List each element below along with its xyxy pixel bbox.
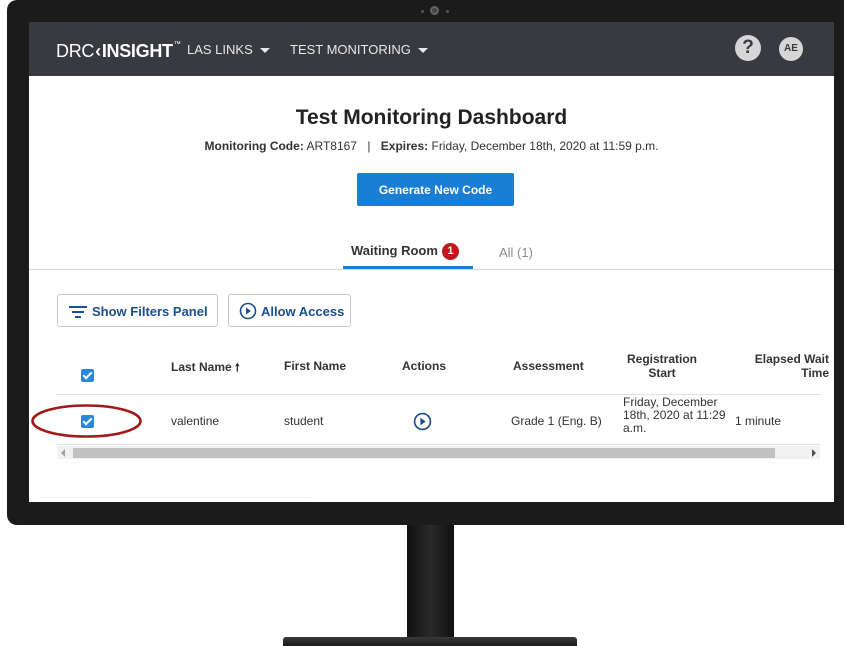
expires-label: Expires: xyxy=(380,139,429,153)
separator: | xyxy=(367,139,371,153)
tab-waiting-room[interactable]: Waiting Room 1 xyxy=(351,243,459,261)
cell-elapsed-wait: 1 minute xyxy=(735,414,782,428)
page-title: Test Monitoring Dashboard xyxy=(295,106,568,129)
play-circle-icon[interactable] xyxy=(413,412,432,431)
column-header-first-name[interactable]: First Name xyxy=(284,359,346,373)
sort-ascending-icon: 🠕 xyxy=(235,362,240,374)
tab-all[interactable]: All (1) xyxy=(499,245,533,260)
tab-divider xyxy=(29,269,834,270)
menu-las-links[interactable]: LAS LINKS xyxy=(187,42,270,57)
top-navbar: DRC‹INSIGHT™ LAS LINKS TEST MONITORING ?… xyxy=(29,22,834,76)
allow-access-label: Allow Access xyxy=(261,304,345,319)
registration-start-header-line1: Registration xyxy=(626,352,697,366)
cell-assessment: Grade 1 (Eng. B) xyxy=(511,414,602,428)
chevron-down-icon xyxy=(259,48,270,54)
monitoring-code-line: Monitoring Code: ART8167 | Expires: Frid… xyxy=(29,139,834,153)
table-row-divider xyxy=(57,444,820,445)
avatar[interactable]: AE xyxy=(779,37,803,61)
logo-trademark: ™ xyxy=(173,41,181,48)
camera-indicator-right xyxy=(446,10,449,13)
tab-waiting-room-label: Waiting Room xyxy=(351,243,438,258)
monitor-stand-base xyxy=(283,637,577,646)
allow-access-button[interactable]: Allow Access xyxy=(228,294,351,327)
column-header-registration-start[interactable]: Registration Start xyxy=(617,352,707,380)
drc-insight-logo[interactable]: DRC‹INSIGHT™ xyxy=(56,41,181,62)
monitoring-code-label: Monitoring Code: xyxy=(204,139,304,153)
cell-registration-start: Friday, December 18th, 2020 at 11:29 a.m… xyxy=(623,395,726,435)
elapsed-wait-header-line1: Elapsed Wait xyxy=(754,352,829,366)
menu-test-monitoring-label: TEST MONITORING xyxy=(290,42,411,57)
expires-value: Friday, December 18th, 2020 at 11:59 p.m… xyxy=(431,139,659,153)
logo-chevron: ‹ xyxy=(95,41,101,61)
show-filters-panel-button[interactable]: Show Filters Panel xyxy=(57,294,218,327)
cell-first-name: student xyxy=(284,414,324,428)
horizontal-scrollbar[interactable] xyxy=(57,446,820,459)
generate-new-code-button[interactable]: Generate New Code xyxy=(357,173,514,206)
monitor-stand-neck xyxy=(407,525,454,646)
highlight-ellipse xyxy=(31,404,142,438)
filter-icon xyxy=(69,306,87,318)
last-name-header-label: Last Name xyxy=(171,360,232,374)
play-circle-icon xyxy=(239,302,257,320)
column-header-last-name[interactable]: Last Name 🠕 xyxy=(171,359,240,378)
bottom-divider xyxy=(39,497,307,498)
column-header-elapsed-wait[interactable]: Elapsed Wait Time xyxy=(739,352,829,380)
elapsed-wait-header-line2: Time xyxy=(801,366,829,380)
cell-last-name: valentine xyxy=(171,414,220,428)
webcam xyxy=(430,6,439,15)
menu-test-monitoring[interactable]: TEST MONITORING xyxy=(290,42,428,57)
registration-start-header-line2: Start xyxy=(648,366,676,380)
logo-insight-text: INSIGHT xyxy=(101,41,173,61)
logo-drc-text: DRC xyxy=(56,41,95,61)
chevron-down-icon xyxy=(417,48,428,54)
monitoring-code-value: ART8167 xyxy=(306,139,357,153)
column-header-actions: Actions xyxy=(402,359,447,373)
scrollbar-thumb[interactable] xyxy=(73,448,775,458)
waiting-count-badge: 1 xyxy=(441,243,459,261)
show-filters-label: Show Filters Panel xyxy=(92,304,208,319)
column-header-assessment[interactable]: Assessment xyxy=(513,359,584,373)
camera-indicator-left xyxy=(421,10,424,13)
scroll-right-arrow-icon[interactable] xyxy=(812,449,816,457)
help-icon[interactable]: ? xyxy=(735,35,761,61)
menu-las-links-label: LAS LINKS xyxy=(187,42,253,57)
select-all-checkbox[interactable] xyxy=(81,369,94,382)
scroll-left-arrow-icon[interactable] xyxy=(61,449,65,457)
screen: DRC‹INSIGHT™ LAS LINKS TEST MONITORING ?… xyxy=(29,22,834,502)
